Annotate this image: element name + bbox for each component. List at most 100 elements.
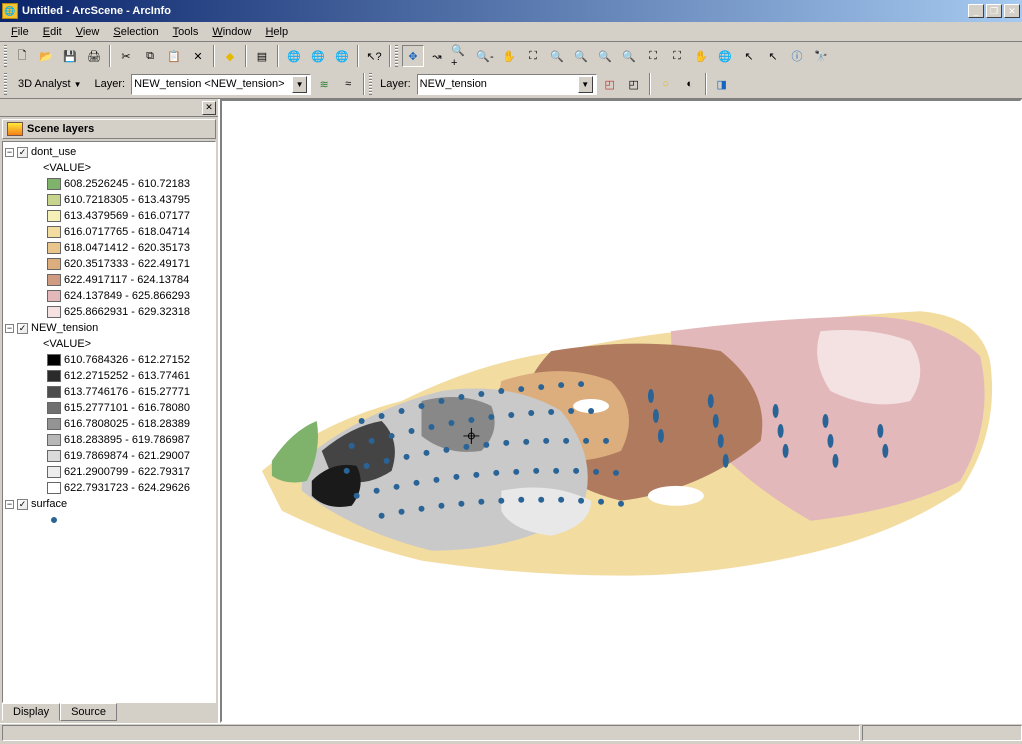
tool-e-button[interactable]: ◨ xyxy=(711,73,733,95)
3d-analyst-dropdown[interactable]: 3D Analyst ▼ xyxy=(11,75,89,93)
toolbar-grip[interactable] xyxy=(4,73,7,95)
class-row[interactable]: 619.7869874 - 621.29007 xyxy=(5,448,213,464)
class-row[interactable]: 616.7808025 - 618.28389 xyxy=(5,416,213,432)
class-row[interactable]: 610.7218305 - 613.43795 xyxy=(5,192,213,208)
fly-button[interactable]: ↝ xyxy=(426,45,448,67)
class-row[interactable]: 618.0471412 - 620.35173 xyxy=(5,240,213,256)
close-button[interactable]: ✕ xyxy=(1004,4,1020,18)
cut-button[interactable]: ✂ xyxy=(115,45,137,67)
layer-checkbox[interactable] xyxy=(17,323,28,334)
class-row[interactable]: 613.7746176 - 615.27771 xyxy=(5,384,213,400)
color-swatch xyxy=(47,226,61,238)
add-data-button[interactable]: ◆ xyxy=(219,45,241,67)
find-button[interactable]: 🔭 xyxy=(810,45,832,67)
toolbar-grip[interactable] xyxy=(4,45,7,67)
tool-b-button[interactable]: ◰ xyxy=(623,73,645,95)
save-button[interactable]: 💾 xyxy=(59,45,81,67)
layer-checkbox[interactable] xyxy=(17,499,28,510)
layer-row[interactable]: − surface xyxy=(5,496,213,512)
expand-icon[interactable]: − xyxy=(5,148,14,157)
class-label: 610.7684326 - 612.27152 xyxy=(64,354,190,366)
zoom-in-button[interactable]: 🔍+ xyxy=(450,45,472,67)
interpolate-button[interactable]: ≋ xyxy=(313,73,335,95)
tool-c-button[interactable]: ○ xyxy=(655,73,677,95)
open-button[interactable]: 📂 xyxy=(35,45,57,67)
tab-source[interactable]: Source xyxy=(60,703,117,721)
toc-title-row: Scene layers xyxy=(2,119,216,139)
status-message xyxy=(2,725,860,741)
class-row[interactable]: 616.0717765 - 618.04714 xyxy=(5,224,213,240)
layer-row[interactable]: − NEW_tension xyxy=(5,320,213,336)
new-button[interactable]: 🗋 xyxy=(11,45,33,67)
3d-scene-view[interactable] xyxy=(220,99,1022,723)
help-pointer-button[interactable]: ↖? xyxy=(363,45,385,67)
window-controls: _ ❐ ✕ xyxy=(968,4,1020,18)
select-features-button[interactable]: ↖ xyxy=(738,45,760,67)
narrow-fov-button[interactable]: 🔍 xyxy=(594,45,616,67)
class-row[interactable]: 621.2900799 - 622.79317 xyxy=(5,464,213,480)
arctoolbox-button[interactable]: 🌐 xyxy=(331,45,353,67)
menu-view[interactable]: View xyxy=(69,24,107,40)
arccatalog-button[interactable]: 🌐 xyxy=(283,45,305,67)
color-swatch xyxy=(47,402,61,414)
class-row[interactable]: 608.2526245 - 610.72183 xyxy=(5,176,213,192)
arcmap-button[interactable]: 🌐 xyxy=(307,45,329,67)
menu-window[interactable]: Window xyxy=(205,24,258,40)
tool-a-button[interactable]: ◰ xyxy=(599,73,621,95)
chevron-down-icon[interactable]: ▼ xyxy=(292,76,307,93)
globe-button[interactable]: 🌐 xyxy=(714,45,736,67)
identify-button[interactable]: ⓘ xyxy=(786,45,808,67)
paste-button[interactable]: 📋 xyxy=(163,45,185,67)
print-button[interactable]: 🖨 xyxy=(83,45,105,67)
layer-combo[interactable]: ▼ xyxy=(131,74,311,95)
class-row[interactable]: 624.137849 - 625.866293 xyxy=(5,288,213,304)
tab-display[interactable]: Display xyxy=(2,703,60,721)
class-row[interactable]: 612.2715252 - 613.77461 xyxy=(5,368,213,384)
next-zoom-button[interactable]: 🔍 xyxy=(570,45,592,67)
chevron-down-icon[interactable]: ▼ xyxy=(578,76,593,93)
symbol-row[interactable] xyxy=(5,512,213,528)
menu-tools[interactable]: Tools xyxy=(166,24,206,40)
layer-tree[interactable]: − dont_use<VALUE> 608.2526245 - 610.7218… xyxy=(2,141,216,703)
contour-button[interactable]: ≈ xyxy=(337,73,359,95)
toc-button[interactable]: ▤ xyxy=(251,45,273,67)
class-row[interactable]: 618.283895 - 619.786987 xyxy=(5,432,213,448)
target-button[interactable]: ⛶ xyxy=(522,45,544,67)
class-row[interactable]: 622.4917117 - 624.13784 xyxy=(5,272,213,288)
class-row[interactable]: 615.2777101 - 616.78080 xyxy=(5,400,213,416)
layer2-input[interactable] xyxy=(420,76,578,93)
expand-icon[interactable]: − xyxy=(5,324,14,333)
toolbar-grip[interactable] xyxy=(369,73,372,95)
prev-zoom-button[interactable]: 🔍 xyxy=(546,45,568,67)
navigate-button[interactable]: ✥ xyxy=(402,45,424,67)
layer-input[interactable] xyxy=(134,76,292,93)
delete-button[interactable]: ✕ xyxy=(187,45,209,67)
class-row[interactable]: 610.7684326 - 612.27152 xyxy=(5,352,213,368)
class-row[interactable]: 625.8662931 - 629.32318 xyxy=(5,304,213,320)
center-button[interactable]: ✋ xyxy=(498,45,520,67)
menu-edit[interactable]: Edit xyxy=(36,24,69,40)
class-row[interactable]: 620.3517333 - 622.49171 xyxy=(5,256,213,272)
layer-row[interactable]: − dont_use xyxy=(5,144,213,160)
menu-help[interactable]: Help xyxy=(258,24,295,40)
layer-checkbox[interactable] xyxy=(17,147,28,158)
full-extent-button[interactable]: ⛶ xyxy=(642,45,664,67)
zoom-selected-button[interactable]: ⛶ xyxy=(666,45,688,67)
toolbar-grip[interactable] xyxy=(395,45,398,67)
toc-close-button[interactable]: ✕ xyxy=(202,101,216,115)
class-row[interactable]: 622.7931723 - 624.29626 xyxy=(5,480,213,496)
class-row[interactable]: 613.4379569 - 616.07177 xyxy=(5,208,213,224)
tool-d-button[interactable]: ◐ xyxy=(679,73,701,95)
maximize-button[interactable]: ❐ xyxy=(986,4,1002,18)
layer2-combo[interactable]: ▼ xyxy=(417,74,597,95)
menu-selection[interactable]: Selection xyxy=(106,24,165,40)
zoom-out-button[interactable]: 🔍- xyxy=(474,45,496,67)
expand-fov-button[interactable]: 🔍 xyxy=(618,45,640,67)
expand-icon[interactable]: − xyxy=(5,500,14,509)
minimize-button[interactable]: _ xyxy=(968,4,984,18)
pointer-button[interactable]: ↖ xyxy=(762,45,784,67)
toc-header: ✕ xyxy=(0,99,218,117)
menu-file[interactable]: File xyxy=(4,24,36,40)
pan-button[interactable]: ✋ xyxy=(690,45,712,67)
copy-button[interactable]: ⧉ xyxy=(139,45,161,67)
